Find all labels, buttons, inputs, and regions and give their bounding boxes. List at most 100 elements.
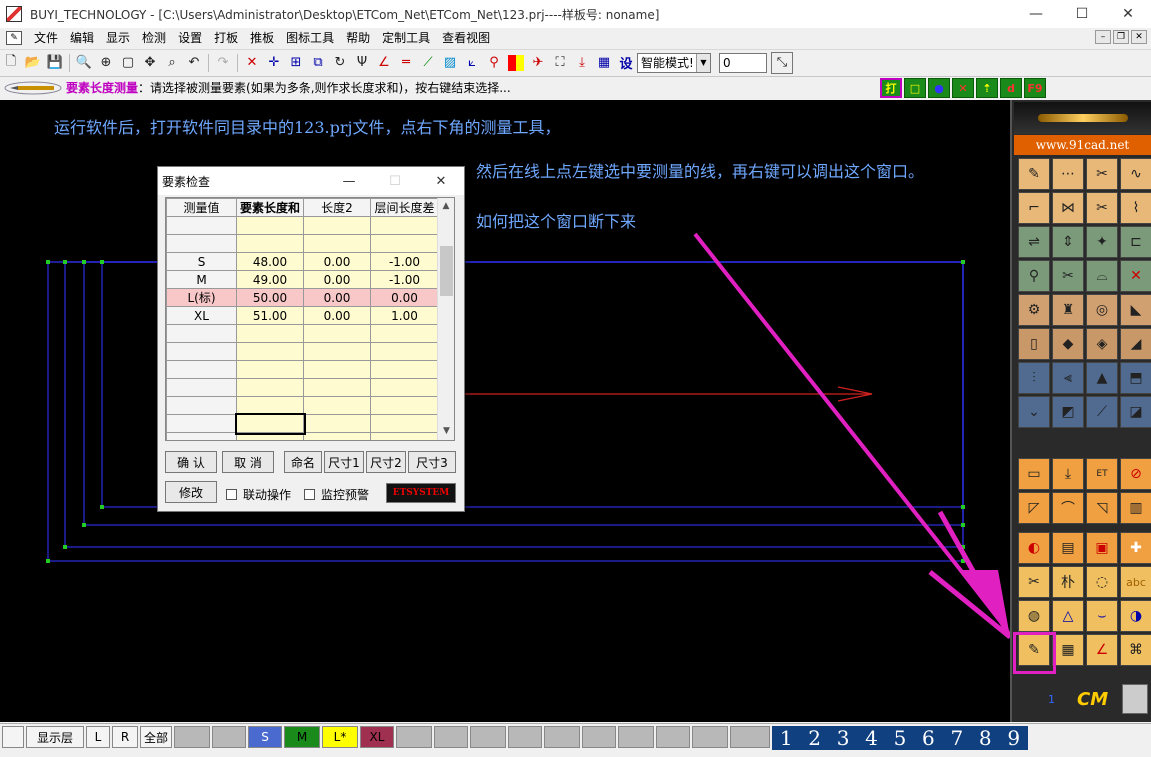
- tool-angle-measure-icon[interactable]: ∠: [1086, 634, 1118, 666]
- layer-all-button[interactable]: 全部: [140, 726, 172, 748]
- tool-notch-d-icon[interactable]: ⬒: [1120, 362, 1151, 394]
- table-cell[interactable]: [370, 234, 439, 253]
- tool-fold-icon[interactable]: ◩: [1052, 396, 1084, 428]
- table-cell[interactable]: [236, 342, 304, 361]
- tool-scissors-icon[interactable]: ✂: [1086, 158, 1118, 190]
- table-row[interactable]: [166, 360, 439, 379]
- zoom-in-icon[interactable]: ⊕: [95, 52, 117, 74]
- menu-pattern[interactable]: 打板: [208, 28, 244, 48]
- table-row[interactable]: [166, 432, 439, 440]
- tool-shirt-icon[interactable]: ♜: [1052, 294, 1084, 326]
- value-field[interactable]: 0: [719, 52, 767, 73]
- tool-wave-icon[interactable]: ⌇: [1120, 192, 1151, 224]
- drawing-canvas[interactable]: 运行软件后，打开软件同目录中的123.prj文件，点右下角的测量工具， 然后在线…: [0, 100, 1010, 722]
- tool-yoke-icon[interactable]: ◢: [1120, 328, 1151, 360]
- menu-display[interactable]: 显示: [100, 28, 136, 48]
- table-row[interactable]: S 48.00 0.00 -1.00: [166, 252, 439, 271]
- layer-num-6[interactable]: 6: [922, 726, 935, 750]
- fork-icon[interactable]: Ψ: [351, 52, 373, 74]
- tool-block-icon[interactable]: ▤: [1052, 532, 1084, 564]
- table-cell[interactable]: [370, 396, 439, 415]
- table-cell[interactable]: [303, 378, 371, 397]
- layer-slot[interactable]: [434, 726, 468, 748]
- tool-seam-a-icon[interactable]: ◸: [1018, 492, 1050, 524]
- tool-flip-icon[interactable]: ◪: [1120, 396, 1151, 428]
- table-cell[interactable]: [370, 360, 439, 379]
- tool-pen-icon[interactable]: ✎: [1018, 158, 1050, 190]
- hatch-icon[interactable]: ▨: [439, 52, 461, 74]
- copy-element-icon[interactable]: ⧉: [307, 52, 329, 74]
- dialog-close-button[interactable]: ✕: [418, 167, 464, 195]
- tool-collar-icon[interactable]: ◆: [1052, 328, 1084, 360]
- table-cell[interactable]: [303, 234, 371, 253]
- menu-settings[interactable]: 设置: [172, 28, 208, 48]
- document-icon[interactable]: ✎: [6, 31, 22, 45]
- table-cell[interactable]: [303, 432, 371, 440]
- tool-abc-icon[interactable]: abc: [1120, 566, 1151, 598]
- tool-cut-piece-icon[interactable]: ✂: [1018, 566, 1050, 598]
- layer-r-button[interactable]: R: [112, 726, 138, 748]
- mdi-close-button[interactable]: ✕: [1131, 30, 1147, 44]
- table-row[interactable]: [166, 378, 439, 397]
- row-header-cell[interactable]: [166, 378, 237, 397]
- monitor-warning-checkbox[interactable]: 监控预警: [304, 486, 369, 503]
- settings-icon[interactable]: 设: [615, 52, 637, 74]
- snap-toggle-icon[interactable]: ⤡: [771, 51, 793, 74]
- row-header-cell[interactable]: [166, 234, 237, 253]
- table-row[interactable]: [166, 412, 439, 435]
- table-cell[interactable]: 49.00: [236, 270, 304, 289]
- table-cell[interactable]: [370, 216, 439, 235]
- table-cell[interactable]: 0.00: [303, 306, 371, 325]
- menu-icon-tools[interactable]: 图标工具: [280, 28, 340, 48]
- confirm-button[interactable]: 确 认: [165, 451, 217, 473]
- rename-button[interactable]: 命名: [284, 451, 322, 473]
- table-cell[interactable]: [370, 324, 439, 343]
- layer-slot[interactable]: [396, 726, 432, 748]
- table-cell[interactable]: [370, 414, 439, 433]
- row-header-cell[interactable]: M: [166, 270, 237, 289]
- layer-slot[interactable]: [508, 726, 542, 748]
- parallel-icon[interactable]: ═: [395, 52, 417, 74]
- tool-sewing-machine-icon[interactable]: ⚙: [1018, 294, 1050, 326]
- new-file-icon[interactable]: 🗋: [0, 52, 22, 74]
- snap-button-box[interactable]: □: [904, 78, 926, 98]
- menu-custom-tools[interactable]: 定制工具: [376, 28, 436, 48]
- table-row[interactable]: [166, 396, 439, 415]
- tool-notch-a-icon[interactable]: ⫶: [1018, 362, 1050, 394]
- layer-slot[interactable]: [470, 726, 506, 748]
- table-row[interactable]: [166, 324, 439, 343]
- tool-pin-icon[interactable]: ⚲: [1018, 260, 1050, 292]
- angle-icon[interactable]: ∠: [373, 52, 395, 74]
- modify-button[interactable]: 修改: [165, 481, 217, 503]
- tool-notch-b-icon[interactable]: ⫷: [1052, 362, 1084, 394]
- tool-pocket-icon[interactable]: ◈: [1086, 328, 1118, 360]
- undo-icon[interactable]: ↶: [183, 52, 205, 74]
- notch-icon[interactable]: ✈: [527, 52, 549, 74]
- tool-path-icon[interactable]: ⌘: [1120, 634, 1151, 666]
- table-cell[interactable]: [236, 216, 304, 235]
- color-icon[interactable]: [508, 54, 524, 71]
- row-header-cell[interactable]: [166, 360, 237, 379]
- menu-help[interactable]: 帮助: [340, 28, 376, 48]
- table-cell[interactable]: -1.00: [370, 270, 439, 289]
- tool-tape-measure-icon[interactable]: ◍: [1018, 600, 1050, 632]
- row-header-cell[interactable]: [166, 324, 237, 343]
- tool-delete-step-icon[interactable]: ✕: [1120, 260, 1151, 292]
- size3-button[interactable]: 尺寸3: [408, 451, 456, 473]
- tool-calculate-icon[interactable]: ▦: [1052, 634, 1084, 666]
- table-row[interactable]: M 49.00 0.00 -1.00: [166, 270, 439, 289]
- tool-shear-icon[interactable]: ✂: [1052, 260, 1084, 292]
- table-cell[interactable]: [303, 414, 371, 433]
- tool-text-piece-icon[interactable]: 朴: [1052, 566, 1084, 598]
- mdi-minimize-button[interactable]: –: [1095, 30, 1111, 44]
- table-cell[interactable]: [370, 432, 439, 440]
- table-cell[interactable]: [236, 378, 304, 397]
- tool-step-icon[interactable]: ⊏: [1120, 226, 1151, 258]
- table-cell[interactable]: 1.00: [370, 306, 439, 325]
- tool-corner-icon[interactable]: ⌐: [1018, 192, 1050, 224]
- column-header[interactable]: 要素长度和: [236, 198, 304, 217]
- table-row[interactable]: L(标) 50.00 0.00 0.00: [166, 288, 439, 307]
- layer-num-9[interactable]: 9: [1007, 726, 1020, 750]
- size-s-button[interactable]: S: [248, 726, 282, 748]
- row-header-cell[interactable]: [166, 432, 237, 440]
